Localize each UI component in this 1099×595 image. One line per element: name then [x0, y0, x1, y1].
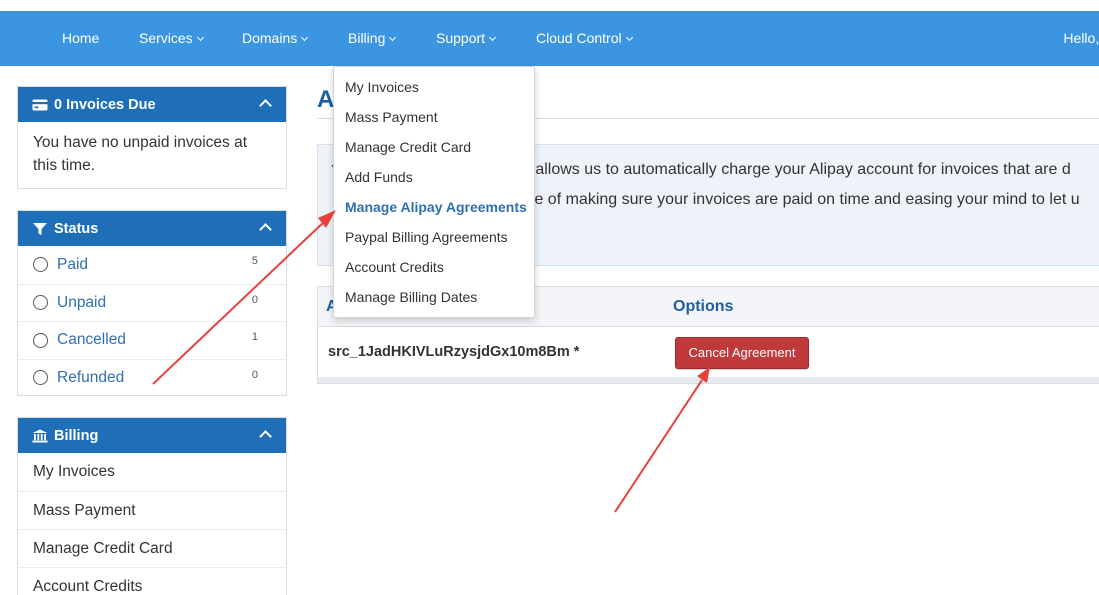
- nav-billing-label: Billing: [348, 30, 386, 46]
- status-label: Refunded: [57, 368, 125, 386]
- status-label: Cancelled: [57, 331, 126, 349]
- invoices-due-panel: 0 Invoices Due You have no unpaid invoic…: [17, 86, 287, 189]
- billing-header[interactable]: Billing: [18, 418, 286, 453]
- chevron-down-icon: [196, 33, 204, 42]
- billing-panel: Billing My Invoices Mass Payment Manage …: [17, 417, 287, 595]
- invoices-due-title: 0 Invoices Due: [54, 96, 156, 113]
- chevron-up-icon[interactable]: [259, 430, 272, 443]
- status-title: Status: [54, 220, 99, 237]
- chevron-down-icon: [489, 33, 497, 42]
- bank-icon: [32, 429, 48, 442]
- column-header-options: Options: [673, 298, 734, 315]
- billing-list: My Invoices Mass Payment Manage Credit C…: [18, 453, 286, 595]
- user-greeting[interactable]: Hello, I: [1063, 11, 1099, 66]
- chevron-down-icon: [301, 33, 309, 42]
- info-text-line-2: assle of making sure your invoices are p…: [506, 191, 1080, 208]
- radio-icon[interactable]: [33, 332, 48, 348]
- status-label: Unpaid: [57, 293, 107, 311]
- menu-item-manage-alipay-agreements[interactable]: Manage Alipay Agreements: [334, 192, 534, 222]
- nav-domains[interactable]: Domains: [242, 11, 309, 66]
- chevron-up-icon[interactable]: [259, 223, 272, 236]
- nav-support-label: Support: [436, 30, 486, 46]
- nav-services[interactable]: Services: [139, 11, 204, 66]
- status-panel: Status Paid 5 Unpaid 0 Cancelled 1 Refunded…: [17, 210, 287, 396]
- credit-card-icon: [32, 99, 48, 110]
- menu-item-add-funds[interactable]: Add Funds: [334, 162, 534, 192]
- nav-cloud-control-label: Cloud Control: [536, 30, 622, 46]
- status-count: 0: [251, 293, 258, 306]
- status-item-cancelled[interactable]: Cancelled 1: [18, 321, 286, 359]
- nav-billing[interactable]: Billing: [348, 11, 397, 66]
- nav-support[interactable]: Support: [436, 11, 497, 66]
- agreement-id: src_1JadHKIVLuRzysjdGx10m8Bm *: [328, 344, 580, 360]
- billing-item-account-credits[interactable]: Account Credits: [18, 567, 286, 595]
- menu-item-paypal-billing-agreements[interactable]: Paypal Billing Agreements: [334, 222, 534, 252]
- status-item-refunded[interactable]: Refunded 0: [18, 358, 286, 397]
- status-list: Paid 5 Unpaid 0 Cancelled 1 Refunded 0: [18, 246, 286, 396]
- status-count: 5: [251, 255, 258, 267]
- menu-item-my-invoices[interactable]: My Invoices: [334, 72, 534, 102]
- billing-dropdown-menu: My Invoices Mass Payment Manage Credit C…: [333, 66, 535, 318]
- billing-item-my-invoices[interactable]: My Invoices: [18, 453, 286, 491]
- chevron-down-icon: [625, 33, 633, 42]
- status-item-unpaid[interactable]: Unpaid 0: [18, 283, 286, 322]
- radio-icon[interactable]: [33, 295, 48, 311]
- menu-item-mass-payment[interactable]: Mass Payment: [334, 102, 534, 132]
- billing-title: Billing: [54, 427, 99, 444]
- nav-services-label: Services: [139, 30, 193, 46]
- billing-item-mass-payment[interactable]: Mass Payment: [18, 491, 286, 529]
- table-row: src_1JadHKIVLuRzysjdGx10m8Bm * Cancel Ag…: [318, 327, 1099, 377]
- billing-item-manage-credit-card[interactable]: Manage Credit Card: [18, 529, 286, 567]
- info-text-line-1: t ID allows us to automatically charge y…: [506, 161, 1071, 178]
- menu-item-account-credits[interactable]: Account Credits: [334, 252, 534, 282]
- radio-icon[interactable]: [33, 370, 48, 386]
- status-count: 0: [251, 368, 258, 381]
- top-nav: Home Services Domains Billing Support Cl…: [0, 11, 1099, 66]
- status-header[interactable]: Status: [18, 211, 286, 246]
- nav-domains-label: Domains: [242, 30, 298, 46]
- radio-icon[interactable]: [33, 257, 48, 273]
- status-count: 1: [251, 331, 258, 343]
- status-item-paid[interactable]: Paid 5: [18, 246, 286, 284]
- invoices-due-header[interactable]: 0 Invoices Due: [18, 87, 286, 122]
- chevron-down-icon: [389, 33, 397, 42]
- nav-cloud-control[interactable]: Cloud Control: [536, 11, 633, 66]
- cancel-agreement-button[interactable]: Cancel Agreement: [675, 337, 809, 369]
- menu-item-manage-credit-card[interactable]: Manage Credit Card: [334, 132, 534, 162]
- no-invoices-message: You have no unpaid invoices at this time…: [33, 134, 248, 174]
- nav-home[interactable]: Home: [62, 11, 99, 66]
- table-footer-bar: [318, 377, 1099, 383]
- annotation-arrow-to-cancel-button: [614, 367, 710, 513]
- menu-item-manage-billing-dates[interactable]: Manage Billing Dates: [334, 282, 534, 312]
- page-title: A: [317, 86, 335, 113]
- status-label: Paid: [57, 255, 89, 273]
- chevron-up-icon[interactable]: [259, 99, 272, 112]
- filter-icon: [33, 222, 47, 235]
